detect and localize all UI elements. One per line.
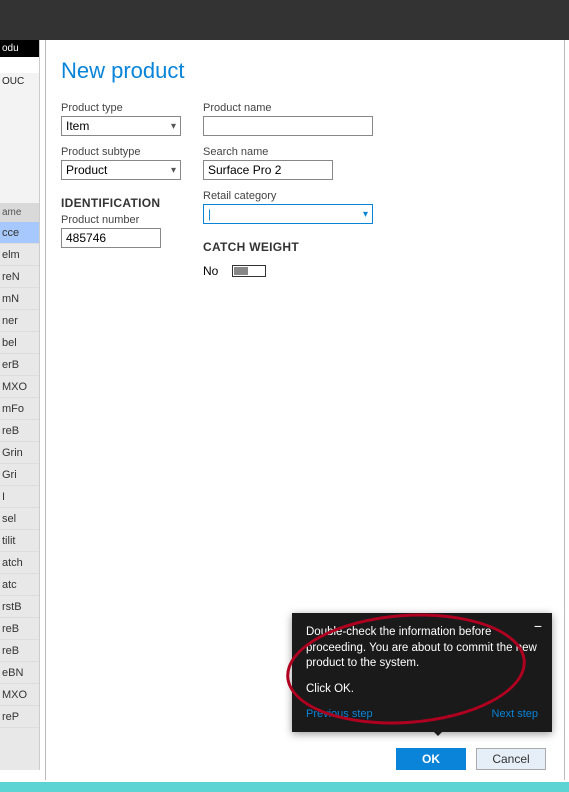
ok-button[interactable]: OK [396, 748, 466, 770]
product-number-input-wrap [61, 228, 161, 248]
guidance-tooltip: − Double-check the information before pr… [292, 613, 552, 732]
bg-row[interactable]: elm [0, 244, 39, 266]
new-product-dialog: New product Product type Item ▾ Product … [45, 40, 565, 780]
product-number-label: Product number [61, 214, 181, 226]
product-type-label: Product type [61, 102, 181, 114]
bg-row[interactable]: atc [0, 574, 39, 596]
bg-spacer [0, 57, 39, 73]
bg-row[interactable]: bel [0, 332, 39, 354]
bg-row[interactable]: reN [0, 266, 39, 288]
product-subtype-value: Product [66, 163, 107, 177]
chevron-down-icon: ▾ [363, 209, 368, 220]
bg-row[interactable]: reB [0, 618, 39, 640]
tooltip-body: Double-check the information before proc… [306, 625, 538, 672]
product-subtype-label: Product subtype [61, 146, 181, 158]
bg-row[interactable]: rstB [0, 596, 39, 618]
bg-row[interactable]: mFo [0, 398, 39, 420]
bg-row[interactable]: erB [0, 354, 39, 376]
bg-row[interactable]: MXO [0, 376, 39, 398]
bg-row[interactable]: tilit [0, 530, 39, 552]
bg-gap: OUC [0, 73, 39, 203]
retail-category-select[interactable]: | ▾ [203, 204, 373, 224]
catch-weight-value: No [203, 264, 218, 278]
bg-row[interactable]: mN [0, 288, 39, 310]
chevron-down-icon: ▾ [171, 165, 176, 176]
product-type-value: Item [66, 119, 89, 133]
product-name-input-wrap [203, 116, 373, 136]
bg-row[interactable]: eBN [0, 662, 39, 684]
dialog-footer: OK Cancel [396, 748, 546, 770]
product-number-input[interactable] [66, 230, 156, 246]
bg-row[interactable]: I [0, 486, 39, 508]
chevron-down-icon: ▾ [171, 121, 176, 132]
tooltip-action: Click OK. [306, 682, 538, 698]
bottom-accent-bar [0, 782, 569, 792]
dialog-title: New product [61, 58, 564, 84]
bg-row[interactable]: reP [0, 706, 39, 728]
bg-row[interactable]: ner [0, 310, 39, 332]
bg-row[interactable]: sel [0, 508, 39, 530]
bg-row[interactable]: atch [0, 552, 39, 574]
catch-weight-toggle[interactable] [232, 265, 266, 277]
tooltip-close-button[interactable]: − [534, 621, 542, 631]
bg-row[interactable]: reB [0, 640, 39, 662]
background-grid: odu OUC ame cceelmreNmNnerbelerBMXOmFore… [0, 40, 40, 770]
bg-row[interactable]: reB [0, 420, 39, 442]
retail-category-label: Retail category [203, 190, 373, 202]
bg-row[interactable]: cce [0, 222, 39, 244]
product-name-label: Product name [203, 102, 373, 114]
bg-row[interactable]: Gri [0, 464, 39, 486]
app-topbar [0, 0, 569, 40]
cancel-button[interactable]: Cancel [476, 748, 546, 770]
text-cursor-icon: | [208, 207, 211, 221]
product-name-input[interactable] [208, 118, 368, 134]
search-name-input-wrap [203, 160, 333, 180]
bg-column-header: ame [0, 203, 39, 222]
search-name-label: Search name [203, 146, 333, 158]
tooltip-next-link[interactable]: Next step [492, 707, 538, 722]
identification-header: IDENTIFICATION [61, 196, 181, 210]
catch-weight-header: CATCH WEIGHT [203, 240, 373, 254]
search-name-input[interactable] [208, 162, 328, 178]
bg-row[interactable]: MXO [0, 684, 39, 706]
bg-tab: odu [0, 40, 39, 57]
bg-row[interactable]: Grin [0, 442, 39, 464]
product-type-select[interactable]: Item ▾ [61, 116, 181, 136]
tooltip-prev-link[interactable]: Previous step [306, 707, 373, 722]
product-subtype-select[interactable]: Product ▾ [61, 160, 181, 180]
